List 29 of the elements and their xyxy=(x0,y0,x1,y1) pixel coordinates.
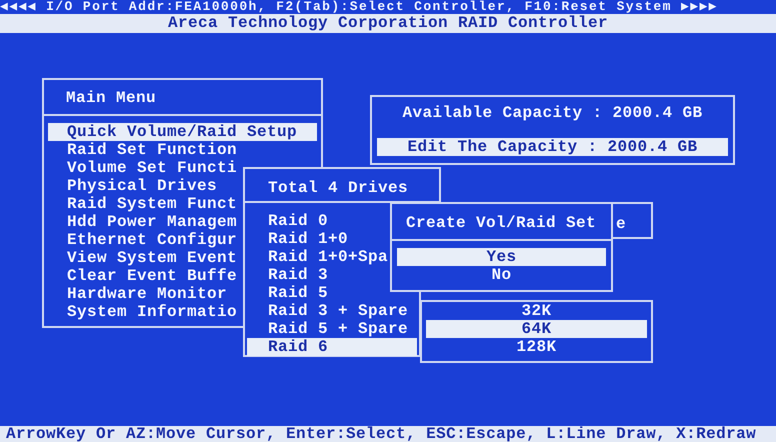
menu-item[interactable]: Ethernet Configur xyxy=(48,231,238,249)
menu-item[interactable]: View System Event xyxy=(48,249,238,267)
stripe-size-item[interactable]: 32K xyxy=(426,302,647,320)
menu-item[interactable]: Raid System Funct xyxy=(48,195,238,213)
covered-window-title: e xyxy=(616,214,626,235)
port-info-text: ◀◀◀◀ I/O Port Addr:FEA10000h, F2(Tab):Select Controller, F10:Reset System ▶▶▶▶ xyxy=(0,0,718,14)
raid-level-item[interactable]: Raid 6 xyxy=(247,338,417,356)
stripe-size-item[interactable]: 64K xyxy=(426,320,647,338)
stripe-size-item[interactable]: 128K xyxy=(426,338,647,356)
menu-item[interactable]: Quick Volume/Raid Setup xyxy=(48,123,317,141)
menu-item[interactable]: System Informatio xyxy=(48,303,238,321)
drives-title: Total 4 Drives xyxy=(267,178,410,199)
menu-item[interactable]: Clear Event Buffe xyxy=(48,267,238,285)
menu-title: Main Menu xyxy=(65,88,158,109)
menu-item[interactable]: Raid Set Function xyxy=(48,141,238,159)
dialog-title: Create Vol/Raid Set xyxy=(405,213,598,234)
capacity-row[interactable]: Edit The Capacity : 2000.4 GB xyxy=(377,138,728,156)
status-bar: ArrowKey Or AZ:Move Cursor, Enter:Select, ESC:Escape, L:Line Draw, X:Redraw xyxy=(0,426,776,442)
dialog-option[interactable]: Yes xyxy=(397,248,606,266)
title-bar: Areca Technology Corporation RAID Controller xyxy=(0,14,776,33)
menu-item[interactable]: Volume Set Functi xyxy=(48,159,238,177)
capacity-row[interactable]: Available Capacity : 2000.4 GB xyxy=(377,104,728,122)
menu-item[interactable]: Hardware Monitor xyxy=(48,285,228,303)
raid-level-item[interactable]: Raid 5 xyxy=(247,284,417,302)
menu-item[interactable]: Hdd Power Managem xyxy=(48,213,238,231)
raid-level-item[interactable]: Raid 5 + Spare xyxy=(247,320,417,338)
raid-level-item[interactable]: Raid 3 + Spare xyxy=(247,302,417,320)
dialog-option[interactable]: No xyxy=(397,266,606,284)
menu-item[interactable]: Physical Drives xyxy=(48,177,218,195)
